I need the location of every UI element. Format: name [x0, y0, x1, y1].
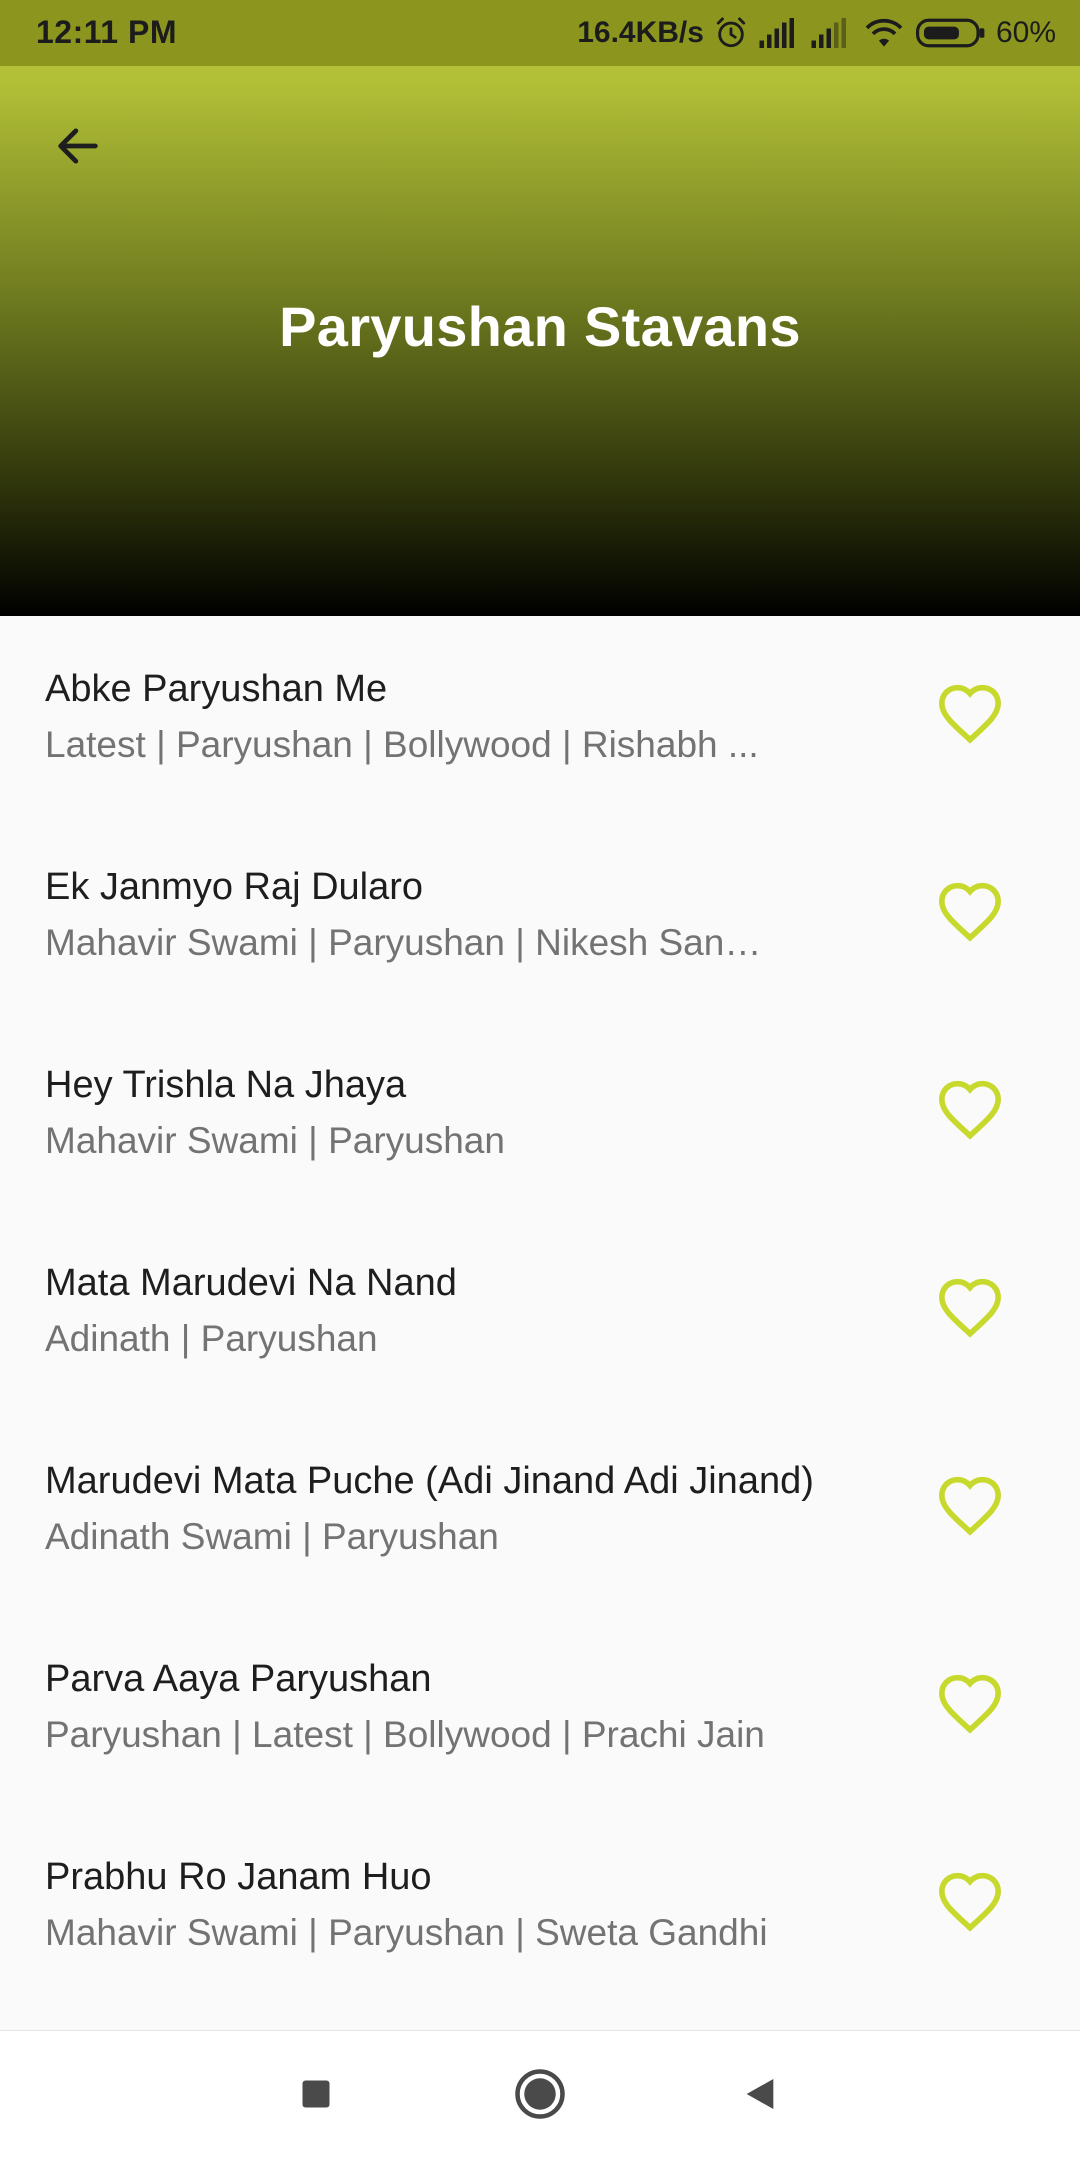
nav-back-button[interactable]	[725, 2061, 795, 2131]
screen: 12:11 PM 16.4KB/s 60% Paryushan Stavans …	[0, 0, 1080, 2160]
page-title: Paryushan Stavans	[279, 295, 801, 358]
heart-outline-icon	[936, 682, 1004, 749]
list-item[interactable]: Mata Marudevi Na Nand Adinath | Paryusha…	[0, 1210, 1080, 1408]
heart-outline-icon	[936, 1870, 1004, 1937]
home-icon	[513, 2067, 567, 2126]
wifi-icon	[862, 16, 906, 50]
recents-button[interactable]	[281, 2061, 351, 2131]
list-item[interactable]: Parva Aaya Paryushan Paryushan | Latest …	[0, 1606, 1080, 1804]
arrow-left-icon	[52, 120, 104, 177]
heart-outline-icon	[936, 1474, 1004, 1541]
favorite-button[interactable]	[930, 1866, 1010, 1940]
song-subtitle: Paryushan | Latest | Bollywood | Prachi …	[45, 1714, 765, 1755]
home-button[interactable]	[505, 2061, 575, 2131]
song-subtitle: Latest | Paryushan | Bollywood | Rishabh…	[45, 724, 759, 765]
song-title: Abke Paryushan Me	[45, 668, 388, 710]
favorite-button[interactable]	[930, 678, 1010, 752]
song-subtitle: Mahavir Swami | Paryushan | Sweta Gandhi	[45, 1912, 768, 1953]
song-title: Mata Marudevi Na Nand	[45, 1262, 457, 1304]
heart-outline-icon	[936, 1078, 1004, 1145]
list-item[interactable]: Abke Paryushan Me Latest | Paryushan | B…	[0, 616, 1080, 814]
song-subtitle: Mahavir Swami | Paryushan | Nikesh Sangh…	[45, 922, 775, 963]
heart-outline-icon	[936, 880, 1004, 947]
list-item[interactable]: Hey Trishla Na Jhaya Mahavir Swami | Par…	[0, 1012, 1080, 1210]
list-item[interactable]: Prabhu Ro Janam Huo Mahavir Swami | Pary…	[0, 1804, 1080, 2002]
recents-icon	[298, 2076, 334, 2117]
song-title: Hey Trishla Na Jhaya	[45, 1064, 407, 1106]
favorite-button[interactable]	[930, 1272, 1010, 1346]
network-speed: 16.4KB/s	[577, 16, 704, 49]
song-title: Prabhu Ro Janam Huo	[45, 1856, 432, 1898]
status-bar: 12:11 PM 16.4KB/s 60%	[0, 0, 1080, 66]
list-item[interactable]: Ek Janmyo Raj Dularo Mahavir Swami | Par…	[0, 814, 1080, 1012]
song-title: Marudevi Mata Puche (Adi Jinand Adi Jina…	[45, 1460, 814, 1502]
signal-icon	[810, 16, 852, 50]
signal-icon	[758, 16, 800, 50]
battery-percent: 60%	[995, 16, 1056, 49]
heart-outline-icon	[936, 1276, 1004, 1343]
favorite-button[interactable]	[930, 1668, 1010, 1742]
status-icons: 16.4KB/s 60%	[577, 12, 1056, 54]
favorite-button[interactable]	[930, 1470, 1010, 1544]
battery-icon	[915, 17, 986, 49]
status-time: 12:11 PM	[36, 14, 177, 50]
song-title: Parva Aaya Paryushan	[45, 1658, 432, 1700]
heart-outline-icon	[936, 1672, 1004, 1739]
back-icon	[740, 2074, 780, 2119]
favorite-button[interactable]	[930, 876, 1010, 950]
song-subtitle: Adinath Swami | Paryushan	[45, 1516, 499, 1557]
list-item[interactable]: Marudevi Mata Puche (Adi Jinand Adi Jina…	[0, 1408, 1080, 1606]
alarm-icon	[714, 16, 748, 50]
song-title: Ek Janmyo Raj Dularo	[45, 866, 424, 908]
song-list: Abke Paryushan Me Latest | Paryushan | B…	[0, 616, 1080, 2030]
song-subtitle: Mahavir Swami | Paryushan	[45, 1120, 505, 1161]
song-subtitle: Adinath | Paryushan	[45, 1318, 378, 1359]
header: 12:11 PM 16.4KB/s 60% Paryushan Stavans	[0, 0, 1080, 616]
navigation-bar	[0, 2030, 1080, 2160]
favorite-button[interactable]	[930, 1074, 1010, 1148]
back-button[interactable]	[40, 110, 116, 186]
